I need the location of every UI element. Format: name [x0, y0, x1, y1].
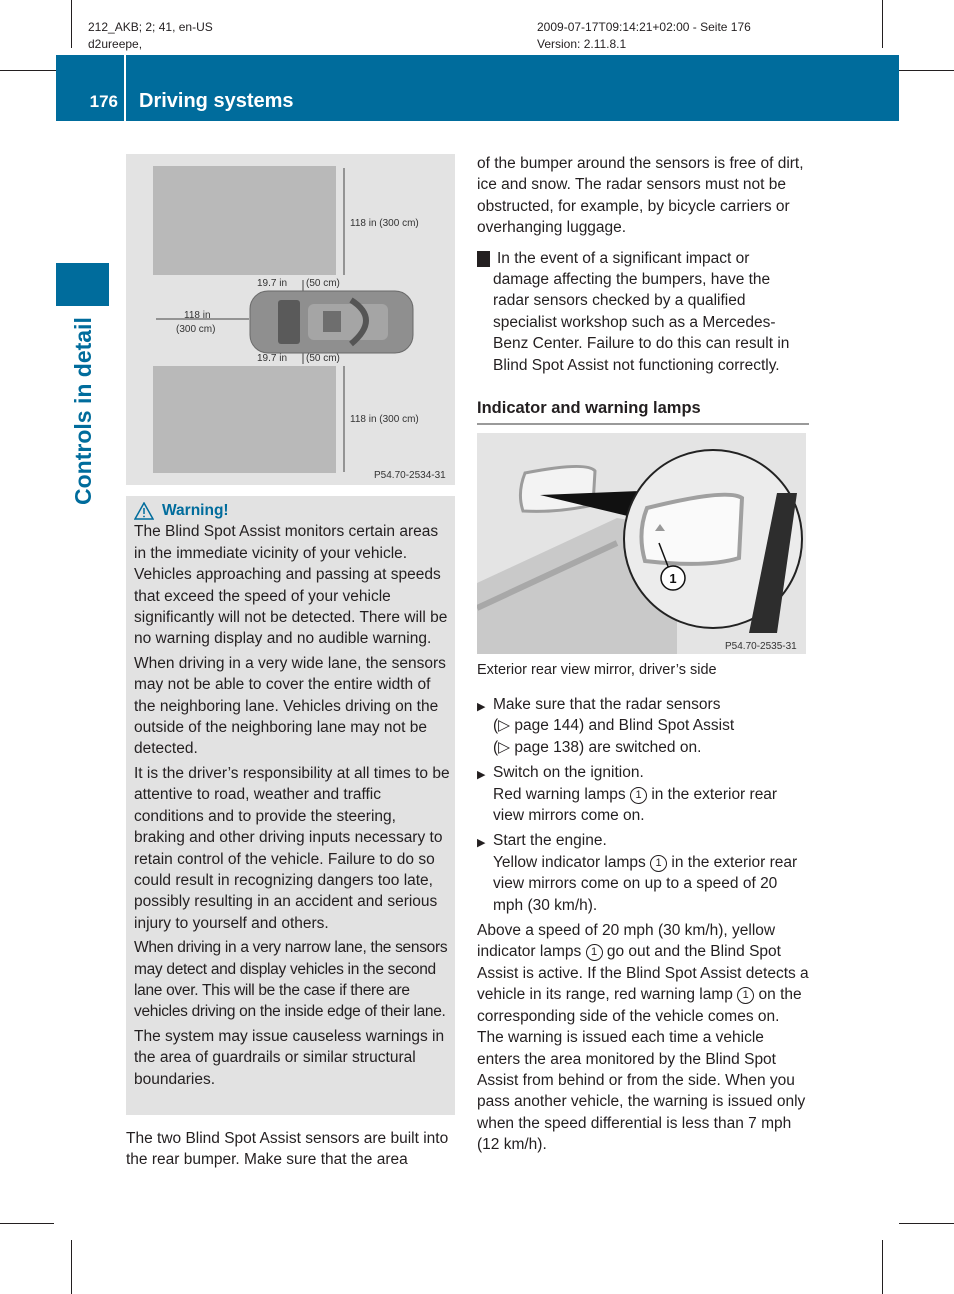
figure-code: P54.70-2534-31	[374, 470, 446, 481]
header-divider	[124, 55, 126, 121]
mirror-illustration: 1 P54.70-2535-31	[477, 433, 806, 654]
step-item: ▶ Make sure that the radar sensors (▷ pa…	[477, 694, 809, 758]
step-item: ▶ Start the engine. Yellow indicator lam…	[477, 830, 809, 916]
crop-mark	[882, 0, 883, 48]
warning-title: Warning!	[162, 502, 229, 519]
steps-list: ▶ Make sure that the radar sensors (▷ pa…	[477, 694, 809, 1156]
callout-ref-icon: 1	[630, 786, 647, 804]
dim-label: (300 cm)	[176, 324, 215, 335]
step-text: Start the engine.	[493, 832, 607, 850]
callout-ref-icon: 1	[737, 987, 755, 1005]
page-reference-link[interactable]: (▷ page 138) are switched on.	[493, 737, 734, 758]
warning-paragraph: It is the driver’s responsibility at all…	[134, 764, 450, 932]
result-text: Red warning lamps	[493, 785, 626, 803]
exclamation-notice-icon: !	[473, 250, 490, 267]
body-paragraph: Above a speed of 20 mph (30 km/h), yello…	[477, 920, 809, 1155]
notice-paragraph: ! In the event of a significant impact or…	[473, 248, 809, 376]
dim-label: (50 cm)	[306, 278, 340, 289]
meta-line: Version: 2.11.8.1	[537, 37, 627, 51]
result-text: Yellow indicator lamps	[493, 853, 646, 871]
dim-label: 19.7 in	[257, 278, 287, 289]
print-meta-left: 212_AKB; 2; 41, en-US d2ureepe,	[88, 19, 213, 53]
callout-ref-icon: 1	[650, 854, 668, 872]
warning-paragraph: When driving in a very narrow lane, the …	[134, 939, 448, 1021]
warning-paragraph: The system may issue causeless warnings …	[134, 1027, 445, 1088]
warning-triangle-icon	[134, 501, 154, 520]
crop-mark	[71, 1240, 72, 1294]
right-column-top: of the bumper around the sensors is free…	[473, 153, 809, 426]
left-body-text: The two Blind Spot Assist sensors are bu…	[126, 1128, 458, 1171]
crop-mark	[0, 70, 56, 71]
meta-line: 212_AKB; 2; 41, en-US	[88, 20, 213, 34]
section-label: Controls in detail	[70, 317, 96, 505]
step-arrow-icon: ▶	[477, 769, 486, 782]
meta-line: d2ureepe,	[88, 37, 143, 51]
figure-caption: Exterior rear view mirror, driver’s side	[477, 662, 717, 678]
step-text: Switch on the ignition.	[493, 764, 644, 782]
step-text: Make sure that the radar sensors	[493, 696, 721, 713]
crop-mark	[899, 70, 954, 71]
warning-box: Warning! The Blind Spot Assist monitors …	[126, 496, 455, 1115]
step-arrow-icon: ▶	[477, 837, 486, 850]
print-meta-right: 2009-07-17T09:14:21+02:00 - Seite 176 Ve…	[537, 19, 751, 53]
warning-paragraph: The Blind Spot Assist monitors certain a…	[134, 523, 448, 648]
step-result: Red warning lamps 1 in the exterior rear…	[493, 784, 809, 827]
figure-code: P54.70-2535-31	[725, 641, 797, 652]
warning-paragraph: When driving in a very wide lane, the se…	[134, 654, 446, 758]
step-arrow-icon: ▶	[477, 701, 486, 713]
crop-mark	[899, 1223, 954, 1224]
body-paragraph: The two Blind Spot Assist sensors are bu…	[126, 1130, 449, 1169]
warning-heading: Warning!	[134, 500, 450, 521]
meta-line: 2009-07-17T09:14:21+02:00 - Seite 176	[537, 20, 751, 34]
step-result: Yellow indicator lamps 1 in the exterior…	[493, 852, 809, 916]
exterior-mirror-figure: 1 P54.70-2535-31	[477, 433, 806, 654]
page-reference-link[interactable]: (▷ page 144) and Blind Spot Assist	[493, 715, 734, 736]
crop-mark	[71, 0, 72, 48]
zone-bottom	[153, 366, 336, 473]
body-text: on the corresponding side of the vehicle…	[477, 986, 806, 1154]
zones-diagram: 118 in (300 cm) 118 in (300 cm) 118 in (…	[126, 154, 455, 485]
dim-label: 118 in	[184, 310, 211, 321]
page-number: 176	[89, 92, 118, 111]
section-tab-marker	[56, 263, 109, 306]
dim-label: 118 in (300 cm)	[350, 218, 419, 229]
step-item: ▶ Switch on the ignition. Red warning la…	[477, 762, 809, 826]
blind-spot-zones-figure: 118 in (300 cm) 118 in (300 cm) 118 in (…	[126, 154, 455, 485]
zone-top	[153, 166, 336, 275]
dim-label: 118 in (300 cm)	[350, 414, 419, 425]
crop-mark	[0, 1223, 54, 1224]
page-title: Driving systems	[139, 90, 294, 112]
dim-label: 19.7 in	[257, 353, 287, 364]
car-top-view	[249, 290, 414, 354]
dim-label: (50 cm)	[306, 353, 340, 364]
callout-ref-icon: 1	[585, 944, 603, 962]
crop-mark	[882, 1240, 883, 1294]
body-paragraph: of the bumper around the sensors is free…	[477, 155, 804, 237]
section-heading: Indicator and warning lamps	[477, 398, 809, 426]
notice-text: In the event of a significant impact or …	[493, 249, 790, 374]
callout-number: 1	[669, 571, 676, 586]
